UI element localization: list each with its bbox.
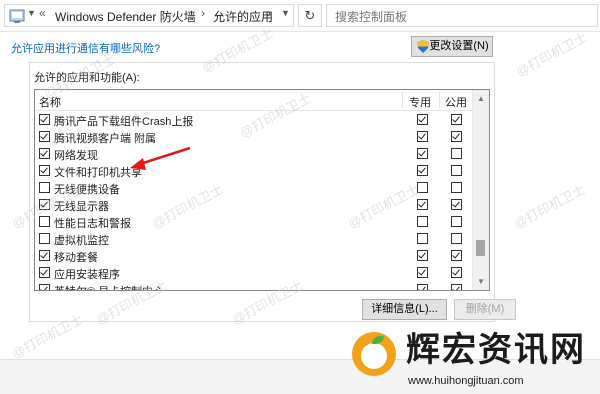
logo-url: www.huihongjituan.com	[408, 375, 524, 387]
private-checkbox[interactable]	[417, 131, 428, 142]
chevron-down-icon[interactable]: ▼	[27, 8, 36, 18]
public-checkbox[interactable]	[451, 233, 462, 244]
enable-checkbox[interactable]	[39, 165, 50, 176]
enable-checkbox[interactable]	[39, 267, 50, 278]
logo-title: 辉宏资讯网	[406, 330, 586, 370]
search-input[interactable]: 搜索控制面板	[326, 4, 598, 27]
group-title: 允许的应用和功能(A):	[34, 72, 140, 84]
scroll-thumb[interactable]	[476, 240, 485, 256]
enable-checkbox[interactable]	[39, 250, 50, 261]
column-header-public[interactable]: 公用	[445, 94, 467, 110]
breadcrumb-item-firewall[interactable]: Windows Defender 防火墙	[55, 8, 196, 25]
public-checkbox[interactable]	[451, 182, 462, 193]
private-checkbox[interactable]	[417, 114, 428, 125]
enable-checkbox[interactable]	[39, 233, 50, 244]
public-checkbox[interactable]	[451, 284, 462, 290]
private-checkbox[interactable]	[417, 165, 428, 176]
breadcrumb-separator: ›	[201, 6, 205, 20]
public-checkbox[interactable]	[451, 250, 462, 261]
public-checkbox[interactable]	[451, 267, 462, 278]
list-item-label: 移动套餐	[54, 252, 98, 264]
column-header-private[interactable]: 专用	[409, 94, 431, 110]
enable-checkbox[interactable]	[39, 284, 50, 290]
public-checkbox[interactable]	[451, 148, 462, 159]
scroll-up-icon[interactable]: ▲	[477, 94, 485, 103]
private-checkbox[interactable]	[417, 148, 428, 159]
back-chevron[interactable]: «	[39, 6, 46, 20]
private-checkbox[interactable]	[417, 267, 428, 278]
enable-checkbox[interactable]	[39, 114, 50, 125]
refresh-button[interactable]: ↻	[298, 4, 322, 27]
private-checkbox[interactable]	[417, 284, 428, 290]
enable-checkbox[interactable]	[39, 199, 50, 210]
allowed-apps-list[interactable]: 名称 专用 公用 腾讯产品下载组件Crash上报 腾讯视频客户端 附属 网络发现文件…	[34, 89, 490, 291]
search-placeholder: 搜索控制面板	[335, 10, 408, 24]
site-logo: 辉宏资讯网 www.huihongjituan.com	[352, 330, 598, 392]
private-checkbox[interactable]	[417, 233, 428, 244]
breadcrumb-separator: ›	[267, 6, 271, 20]
public-checkbox[interactable]	[451, 199, 462, 210]
list-item[interactable]: 网络发现	[35, 145, 472, 162]
change-settings-label: 更改设置(N)	[429, 40, 489, 52]
private-checkbox[interactable]	[417, 216, 428, 227]
list-item-label: 无线显示器	[54, 201, 109, 213]
list-item[interactable]: 腾讯产品下载组件Crash上报	[35, 111, 472, 128]
list-item[interactable]: 无线便携设备	[35, 179, 472, 196]
details-button[interactable]: 详细信息(L)...	[362, 299, 447, 320]
allowed-apps-group: 允许的应用和功能(A): 名称 专用 公用 腾讯产品下载组件Crash上报 腾讯视…	[29, 62, 516, 322]
enable-checkbox[interactable]	[39, 182, 50, 193]
list-item[interactable]: 性能日志和警报	[35, 213, 472, 230]
list-item-label: 腾讯视频客户端 附属	[54, 133, 157, 145]
list-header: 名称 专用 公用	[35, 90, 472, 111]
list-item[interactable]: 移动套餐	[35, 247, 472, 264]
list-item[interactable]: 无线显示器	[35, 196, 472, 213]
list-item-label: 网络发现	[54, 150, 98, 162]
enable-checkbox[interactable]	[39, 131, 50, 142]
public-checkbox[interactable]	[451, 165, 462, 176]
watermark: @打印机卫士	[513, 29, 590, 80]
list-item-label: 虚拟机监控	[54, 235, 109, 247]
private-checkbox[interactable]	[417, 182, 428, 193]
list-scrollbar[interactable]: ▲ ▼	[472, 90, 489, 290]
list-item-label: 英特尔® 显卡控制中心	[54, 283, 164, 290]
list-item-label: 应用安装程序	[54, 269, 120, 281]
change-settings-button[interactable]: 更改设置(N)	[411, 36, 493, 57]
list-item[interactable]: 英特尔® 显卡控制中心	[35, 281, 472, 290]
list-item-label: 无线便携设备	[54, 184, 120, 196]
public-checkbox[interactable]	[451, 131, 462, 142]
list-item-label: 文件和打印机共享	[54, 167, 142, 179]
list-item[interactable]: 应用安装程序	[35, 264, 472, 281]
list-item-label: 腾讯产品下载组件Crash上报	[54, 116, 194, 128]
breadcrumb-item-allowed-apps[interactable]: 允许的应用	[213, 8, 273, 25]
risk-info-link[interactable]: 允许应用进行通信有哪些风险?	[11, 40, 160, 56]
enable-checkbox[interactable]	[39, 216, 50, 227]
breadcrumb[interactable]: ▼ « Windows Defender 防火墙 › 允许的应用 › ▼	[4, 4, 294, 27]
address-bar: ▼ « Windows Defender 防火墙 › 允许的应用 › ▼ ↻ 搜…	[0, 0, 600, 32]
list-item[interactable]: 虚拟机监控	[35, 230, 472, 247]
enable-checkbox[interactable]	[39, 148, 50, 159]
refresh-icon: ↻	[304, 8, 316, 23]
uac-shield-icon	[417, 40, 429, 53]
list-item[interactable]: 文件和打印机共享	[35, 162, 472, 179]
list-item-label: 性能日志和警报	[54, 218, 131, 230]
firewall-icon	[9, 9, 25, 23]
public-checkbox[interactable]	[451, 216, 462, 227]
watermark: @打印机卫士	[511, 181, 588, 232]
public-checkbox[interactable]	[451, 114, 462, 125]
logo-mark-icon	[352, 332, 396, 376]
list-item[interactable]: 腾讯视频客户端 附属	[35, 128, 472, 145]
column-header-name[interactable]: 名称	[39, 94, 61, 110]
scroll-down-icon[interactable]: ▼	[477, 277, 485, 286]
history-dropdown-icon[interactable]: ▼	[281, 8, 290, 18]
private-checkbox[interactable]	[417, 250, 428, 261]
delete-button[interactable]: 删除(M)	[454, 299, 516, 320]
private-checkbox[interactable]	[417, 199, 428, 210]
